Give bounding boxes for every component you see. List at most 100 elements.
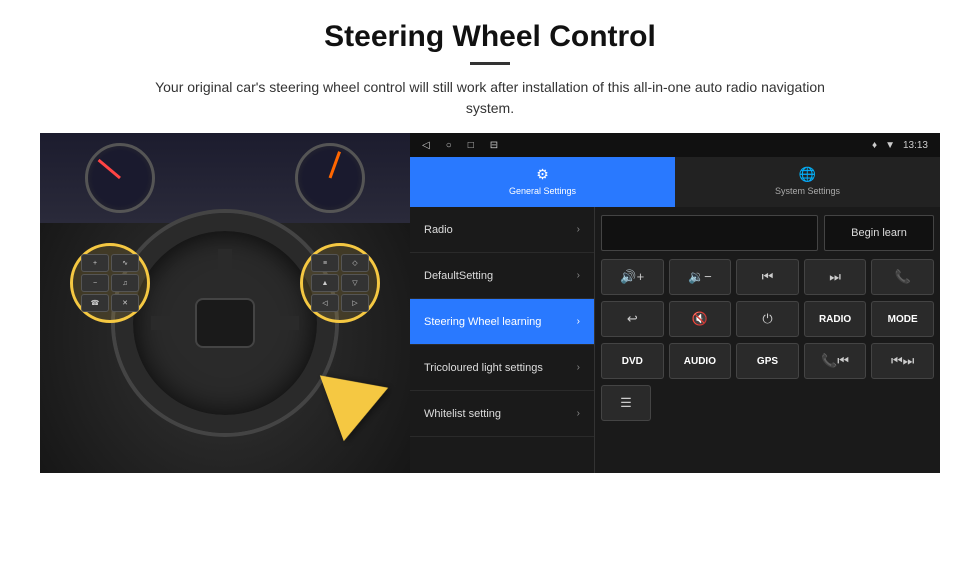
audio-text: AUDIO [684, 356, 716, 367]
steering-wheel-image: + ∿ − ♫ ☎ ✕ ≡ ◇ ▲ ▽ ◁ [40, 133, 410, 473]
empty-input-box [601, 215, 818, 251]
android-main: Radio › DefaultSetting › Steering Wheel … [410, 207, 940, 473]
button-circle-left: + ∿ − ♫ ☎ ✕ [70, 243, 150, 323]
power-button[interactable]: ⏻ [736, 301, 799, 337]
vol-down-icon: 🔉− [688, 269, 712, 285]
button-row-1: 🔊+ 🔉− ⏮ ⏭ 📞 [601, 259, 934, 295]
button-row-4: ☰ [601, 385, 934, 421]
btn-menu: ≡ [311, 254, 339, 272]
right-panel: Begin learn 🔊+ 🔉− ⏮ [595, 207, 940, 473]
nav-menu-icon[interactable]: ⊟ [490, 140, 498, 151]
btn-nav-rt: ▷ [341, 294, 369, 312]
next-track-icon: ⏭ [829, 269, 841, 285]
menu-item-whitelist[interactable]: Whitelist setting › [410, 391, 594, 437]
mode-button[interactable]: MODE [871, 301, 934, 337]
status-right: ♦ ▼ 13:13 [872, 140, 928, 151]
content-area: + ∿ − ♫ ☎ ✕ ≡ ◇ ▲ ▽ ◁ [40, 133, 940, 473]
gauge-right [295, 143, 365, 213]
radio-text: RADIO [819, 314, 851, 325]
menu-radio-label: Radio [424, 224, 453, 236]
clock: 13:13 [903, 140, 928, 151]
list-button[interactable]: ☰ [601, 385, 651, 421]
btn-ok: ◇ [341, 254, 369, 272]
gauge-area [40, 133, 410, 223]
call-button[interactable]: 📞 [871, 259, 934, 295]
tab-system-label: System Settings [775, 186, 840, 196]
prev-track-button[interactable]: ⏮ [736, 259, 799, 295]
page-title: Steering Wheel Control [40, 20, 940, 54]
menu-tricoloured-label: Tricoloured light settings [424, 362, 543, 374]
mute-button[interactable]: 🔇 [669, 301, 732, 337]
btn-nav-lt: ◁ [311, 294, 339, 312]
menu-default-label: DefaultSetting [424, 270, 493, 282]
steering-wheel [115, 213, 335, 433]
btn-end: ✕ [111, 294, 139, 312]
page-wrapper: Steering Wheel Control Your original car… [0, 0, 980, 483]
android-screen: ◁ ○ □ ⊟ ♦ ▼ 13:13 ⚙ General Settings [410, 133, 940, 473]
title-section: Steering Wheel Control Your original car… [40, 20, 940, 119]
next-track-button[interactable]: ⏭ [804, 259, 867, 295]
menu-steering-label: Steering Wheel learning [424, 316, 541, 328]
button-row-2: ↩ 🔇 ⏻ RADIO MODE [601, 301, 934, 337]
radio-label-button[interactable]: RADIO [804, 301, 867, 337]
btn-media: ♫ [111, 274, 139, 292]
button-circle-right: ≡ ◇ ▲ ▽ ◁ ▷ [300, 243, 380, 323]
btn-call: ☎ [81, 294, 109, 312]
nav-home-icon[interactable]: ○ [446, 140, 452, 151]
wifi-icon: ▼ [885, 140, 895, 151]
page-subtitle: Your original car's steering wheel contr… [140, 77, 840, 119]
menu-item-steering[interactable]: Steering Wheel learning › [410, 299, 594, 345]
list-icon: ☰ [620, 395, 632, 411]
tel-next-icon: ⏮⏭ [891, 353, 914, 369]
gauge-left [85, 143, 155, 213]
vol-down-button[interactable]: 🔉− [669, 259, 732, 295]
tab-bar: ⚙ General Settings 🌐 System Settings [410, 157, 940, 207]
btn-plus: + [81, 254, 109, 272]
btn-minus: − [81, 274, 109, 292]
nav-back-icon[interactable]: ◁ [422, 140, 430, 151]
menu-item-tricoloured[interactable]: Tricoloured light settings › [410, 345, 594, 391]
tab-system-settings[interactable]: 🌐 System Settings [675, 157, 940, 207]
chevron-radio-icon: › [577, 224, 580, 235]
power-icon: ⏻ [762, 311, 772, 327]
arrow-right-icon [320, 355, 400, 441]
gps-text: GPS [757, 356, 778, 367]
button-row-3: DVD AUDIO GPS 📞⏮ ⏮⏭ [601, 343, 934, 379]
menu-list: Radio › DefaultSetting › Steering Wheel … [410, 207, 595, 473]
tab-general-label: General Settings [509, 186, 576, 196]
nav-recents-icon[interactable]: □ [468, 140, 474, 151]
menu-whitelist-label: Whitelist setting [424, 408, 501, 420]
tab-general-settings[interactable]: ⚙ General Settings [410, 157, 675, 207]
gps-button[interactable]: GPS [736, 343, 799, 379]
menu-item-radio[interactable]: Radio › [410, 207, 594, 253]
prev-track-icon: ⏮ [762, 269, 774, 285]
tel-next-button[interactable]: ⏮⏭ [871, 343, 934, 379]
tel-prev-icon: 📞⏮ [821, 353, 849, 369]
begin-learn-button[interactable]: Begin learn [824, 215, 934, 251]
general-settings-icon: ⚙ [536, 166, 549, 183]
call-back-button[interactable]: ↩ [601, 301, 664, 337]
menu-item-default[interactable]: DefaultSetting › [410, 253, 594, 299]
chevron-steering-icon: › [577, 316, 580, 327]
system-settings-icon: 🌐 [799, 166, 816, 183]
dvd-button[interactable]: DVD [601, 343, 664, 379]
nav-buttons: ◁ ○ □ ⊟ [422, 140, 498, 151]
call-icon: 📞 [895, 269, 911, 285]
chevron-whitelist-icon: › [577, 408, 580, 419]
btn-nav-up: ▲ [311, 274, 339, 292]
mode-text: MODE [888, 314, 918, 325]
title-divider [470, 62, 510, 65]
audio-button[interactable]: AUDIO [669, 343, 732, 379]
arrow-container [330, 363, 390, 433]
dvd-text: DVD [622, 356, 643, 367]
vol-up-button[interactable]: 🔊+ [601, 259, 664, 295]
vol-up-icon: 🔊+ [620, 269, 644, 285]
status-bar: ◁ ○ □ ⊟ ♦ ▼ 13:13 [410, 133, 940, 157]
chevron-default-icon: › [577, 270, 580, 281]
chevron-tricoloured-icon: › [577, 362, 580, 373]
call-back-icon: ↩ [627, 311, 638, 327]
signal-icon: ♦ [872, 140, 877, 151]
btn-mode: ∿ [111, 254, 139, 272]
tel-prev-button[interactable]: 📞⏮ [804, 343, 867, 379]
mute-icon: 🔇 [692, 311, 708, 327]
